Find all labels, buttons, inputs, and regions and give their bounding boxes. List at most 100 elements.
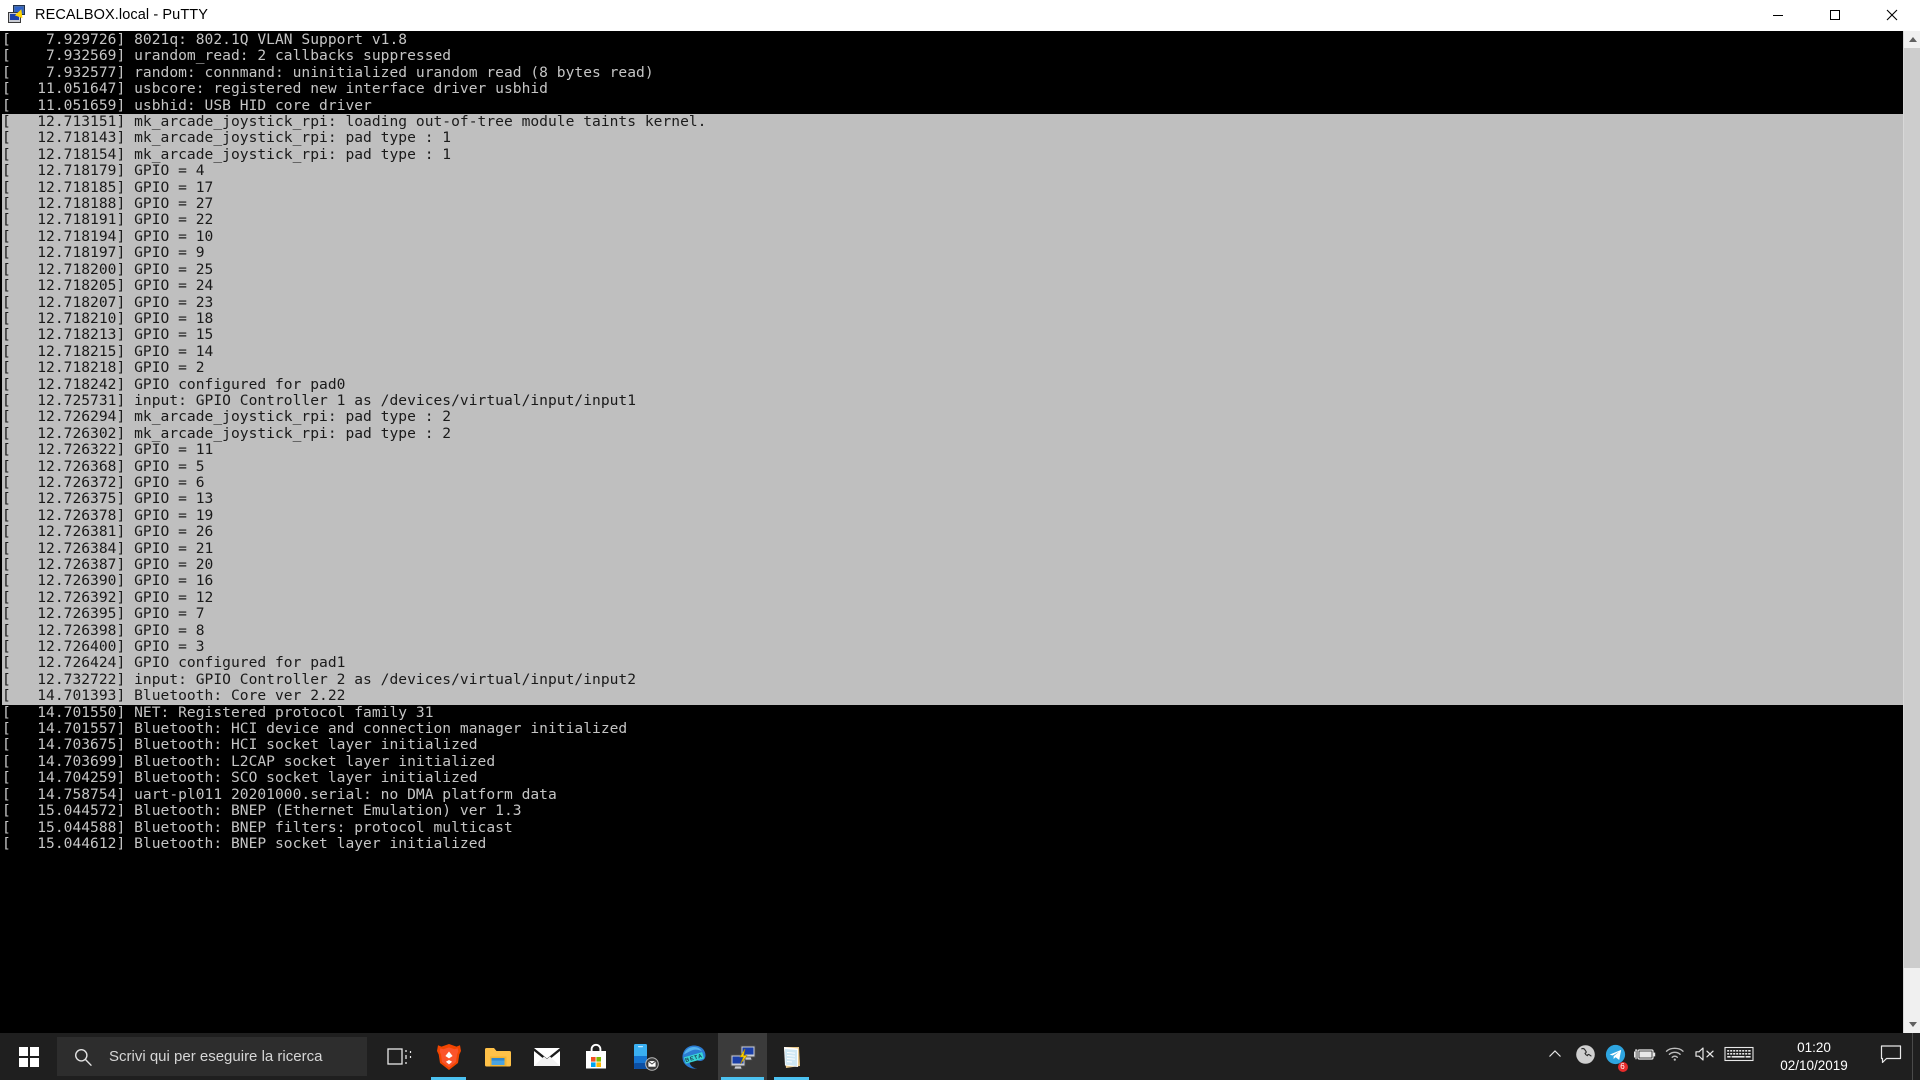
battery-charging-icon (1633, 1046, 1657, 1067)
terminal-line: [ 12.726381] GPIO = 26 (2, 523, 1903, 541)
terminal-line: [ 14.703699] Bluetooth: L2CAP socket lay… (2, 752, 496, 770)
clock-time: 01:20 (1797, 1039, 1831, 1055)
terminal-line: [ 14.758754] uart-pl011 20201000.serial:… (2, 785, 557, 803)
putty-taskbar-icon (729, 1044, 757, 1070)
taskbar-clock[interactable]: 01:20 02/10/2019 (1758, 1033, 1870, 1080)
terminal-line: [ 14.701557] Bluetooth: HCI device and c… (2, 720, 628, 738)
terminal-line: [ 12.726392] GPIO = 12 (2, 589, 1903, 607)
show-desktop-button[interactable] (1912, 1033, 1920, 1080)
taskbar-item-task-view[interactable] (375, 1033, 424, 1080)
taskbar-item-notepad[interactable] (767, 1033, 816, 1080)
terminal-line: [ 14.701550] NET: Registered protocol fa… (2, 703, 434, 721)
start-button[interactable] (0, 1033, 57, 1080)
tray-icon-volume-muted[interactable] (1690, 1033, 1720, 1080)
terminal-output[interactable]: [ 7.929726] 8021q: 802.1Q VLAN Support v… (0, 31, 1903, 1033)
taskbar-item-microsoft-store[interactable] (571, 1033, 620, 1080)
window-titlebar[interactable]: RECALBOX.local - PuTTY (0, 0, 1920, 31)
terminal-line: [ 12.718205] GPIO = 24 (2, 277, 1903, 295)
terminal-line: [ 12.726368] GPIO = 5 (2, 458, 1903, 475)
mail-icon (533, 1047, 561, 1067)
terminal-line: [ 12.718185] GPIO = 17 (2, 179, 1903, 197)
search-placeholder: Scrivi qui per eseguire la ricerca (109, 1048, 323, 1065)
taskbar-app-buttons: BETA (375, 1033, 816, 1080)
tray-icon-skype[interactable] (1570, 1033, 1600, 1080)
terminal-line: [ 12.726302] mk_arcade_joystick_rpi: pad… (2, 425, 1903, 443)
tray-icon-touch-keyboard[interactable] (1720, 1033, 1758, 1080)
keyboard-icon (1724, 1045, 1754, 1068)
terminal-line: [ 12.718191] GPIO = 22 (2, 212, 1903, 229)
terminal-line: [ 12.726424] GPIO configured for pad1 (2, 655, 1903, 672)
skype-icon (1575, 1044, 1596, 1070)
terminal-scrollbar[interactable] (1903, 31, 1920, 1033)
terminal-line: [ 12.718188] GPIO = 27 (2, 195, 1903, 213)
terminal-area: [ 7.929726] 8021q: 802.1Q VLAN Support v… (0, 31, 1920, 1033)
putty-window: RECALBOX.local - PuTTY [ 7.929726] 8021q… (0, 0, 1920, 1033)
terminal-line: [ 12.726375] GPIO = 13 (2, 490, 1903, 508)
tray-icon-battery[interactable] (1630, 1033, 1660, 1080)
window-controls (1749, 0, 1920, 31)
terminal-line: [ 7.932569] urandom_read: 2 callbacks su… (2, 47, 452, 65)
putty-icon (8, 5, 28, 25)
action-center-button[interactable] (1870, 1033, 1912, 1080)
terminal-line: [ 15.044612] Bluetooth: BNEP socket laye… (2, 834, 487, 852)
terminal-line: [ 15.044588] Bluetooth: BNEP filters: pr… (2, 818, 513, 836)
window-title: RECALBOX.local - PuTTY (35, 7, 209, 23)
scroll-down-arrow[interactable] (1904, 1016, 1920, 1033)
terminal-line: [ 12.718242] GPIO configured for pad0 (2, 376, 1903, 393)
tray-icon-telegram[interactable]: 6 (1600, 1033, 1630, 1080)
show-hidden-icons-button[interactable] (1540, 1033, 1570, 1080)
maximize-button[interactable] (1806, 0, 1863, 31)
terminal-line: [ 14.703675] Bluetooth: HCI socket layer… (2, 736, 478, 754)
taskbar-item-edge-beta[interactable]: BETA (669, 1033, 718, 1080)
minimize-button[interactable] (1749, 0, 1806, 31)
terminal-line: [ 12.718207] GPIO = 23 (2, 294, 1903, 311)
taskbar-item-mail[interactable] (522, 1033, 571, 1080)
terminal-line: [ 12.726384] GPIO = 21 (2, 540, 1903, 557)
taskbar-item-putty[interactable] (718, 1033, 767, 1080)
terminal-line: [ 12.718210] GPIO = 18 (2, 310, 1903, 328)
terminal-line: [ 11.051647] usbcore: registered new int… (2, 80, 548, 98)
terminal-line: [ 12.726400] GPIO = 3 (2, 638, 1903, 656)
terminal-line: [ 12.718143] mk_arcade_joystick_rpi: pad… (2, 130, 1903, 147)
terminal-line: [ 11.051659] usbhid: USB HID core driver (2, 96, 372, 114)
system-tray: 6 01:20 02/10/2019 (1540, 1033, 1920, 1080)
speaker-muted-icon (1694, 1045, 1716, 1068)
scrollbar-track[interactable] (1904, 48, 1920, 1016)
terminal-line: [ 14.704259] Bluetooth: SCO socket layer… (2, 769, 478, 787)
terminal-line: [ 12.725731] input: GPIO Controller 1 as… (2, 392, 1903, 410)
terminal-line: [ 12.718197] GPIO = 9 (2, 244, 1903, 262)
folder-icon (484, 1045, 512, 1069)
your-phone-icon (630, 1043, 660, 1071)
terminal-line: [ 12.713151] mk_arcade_joystick_rpi: loa… (2, 113, 1903, 131)
telegram-badge: 6 (1617, 1061, 1628, 1072)
tray-icon-wifi[interactable] (1660, 1033, 1690, 1080)
windows-logo-icon (18, 1046, 39, 1067)
taskbar-item-file-explorer[interactable] (473, 1033, 522, 1080)
taskbar-search-box[interactable]: Scrivi qui per eseguire la ricerca (57, 1037, 367, 1076)
taskbar-item-brave[interactable] (424, 1033, 473, 1080)
scroll-up-arrow[interactable] (1904, 31, 1920, 48)
terminal-line: [ 12.726398] GPIO = 8 (2, 622, 1903, 640)
brave-icon (436, 1043, 462, 1071)
search-icon (73, 1047, 95, 1067)
terminal-line: [ 12.726395] GPIO = 7 (2, 605, 1903, 623)
terminal-line: [ 7.932577] random: connmand: uninitiali… (2, 63, 654, 81)
scrollbar-thumb[interactable] (1904, 48, 1920, 968)
terminal-line: [ 12.718215] GPIO = 14 (2, 343, 1903, 361)
terminal-line: [ 12.718154] mk_arcade_joystick_rpi: pad… (2, 146, 1903, 164)
task-view-icon (386, 1046, 413, 1068)
terminal-line: [ 12.726387] GPIO = 20 (2, 556, 1903, 574)
store-bag-icon (584, 1043, 608, 1070)
taskbar-empty-area (816, 1033, 1540, 1080)
close-button[interactable] (1863, 0, 1920, 31)
terminal-line: [ 12.732722] input: GPIO Controller 2 as… (2, 671, 1903, 689)
terminal-line: [ 12.726372] GPIO = 6 (2, 474, 1903, 492)
windows-taskbar: Scrivi qui per eseguire la ricerca BETA … (0, 1033, 1920, 1080)
terminal-line: [ 12.718194] GPIO = 10 (2, 228, 1903, 246)
notepad-icon (779, 1044, 805, 1070)
edge-beta-icon: BETA (679, 1043, 709, 1071)
terminal-line: [ 12.718213] GPIO = 15 (2, 326, 1903, 344)
taskbar-item-your-phone[interactable] (620, 1033, 669, 1080)
terminal-line: [ 7.929726] 8021q: 802.1Q VLAN Support v… (2, 31, 408, 48)
telegram-icon: 6 (1605, 1044, 1628, 1072)
